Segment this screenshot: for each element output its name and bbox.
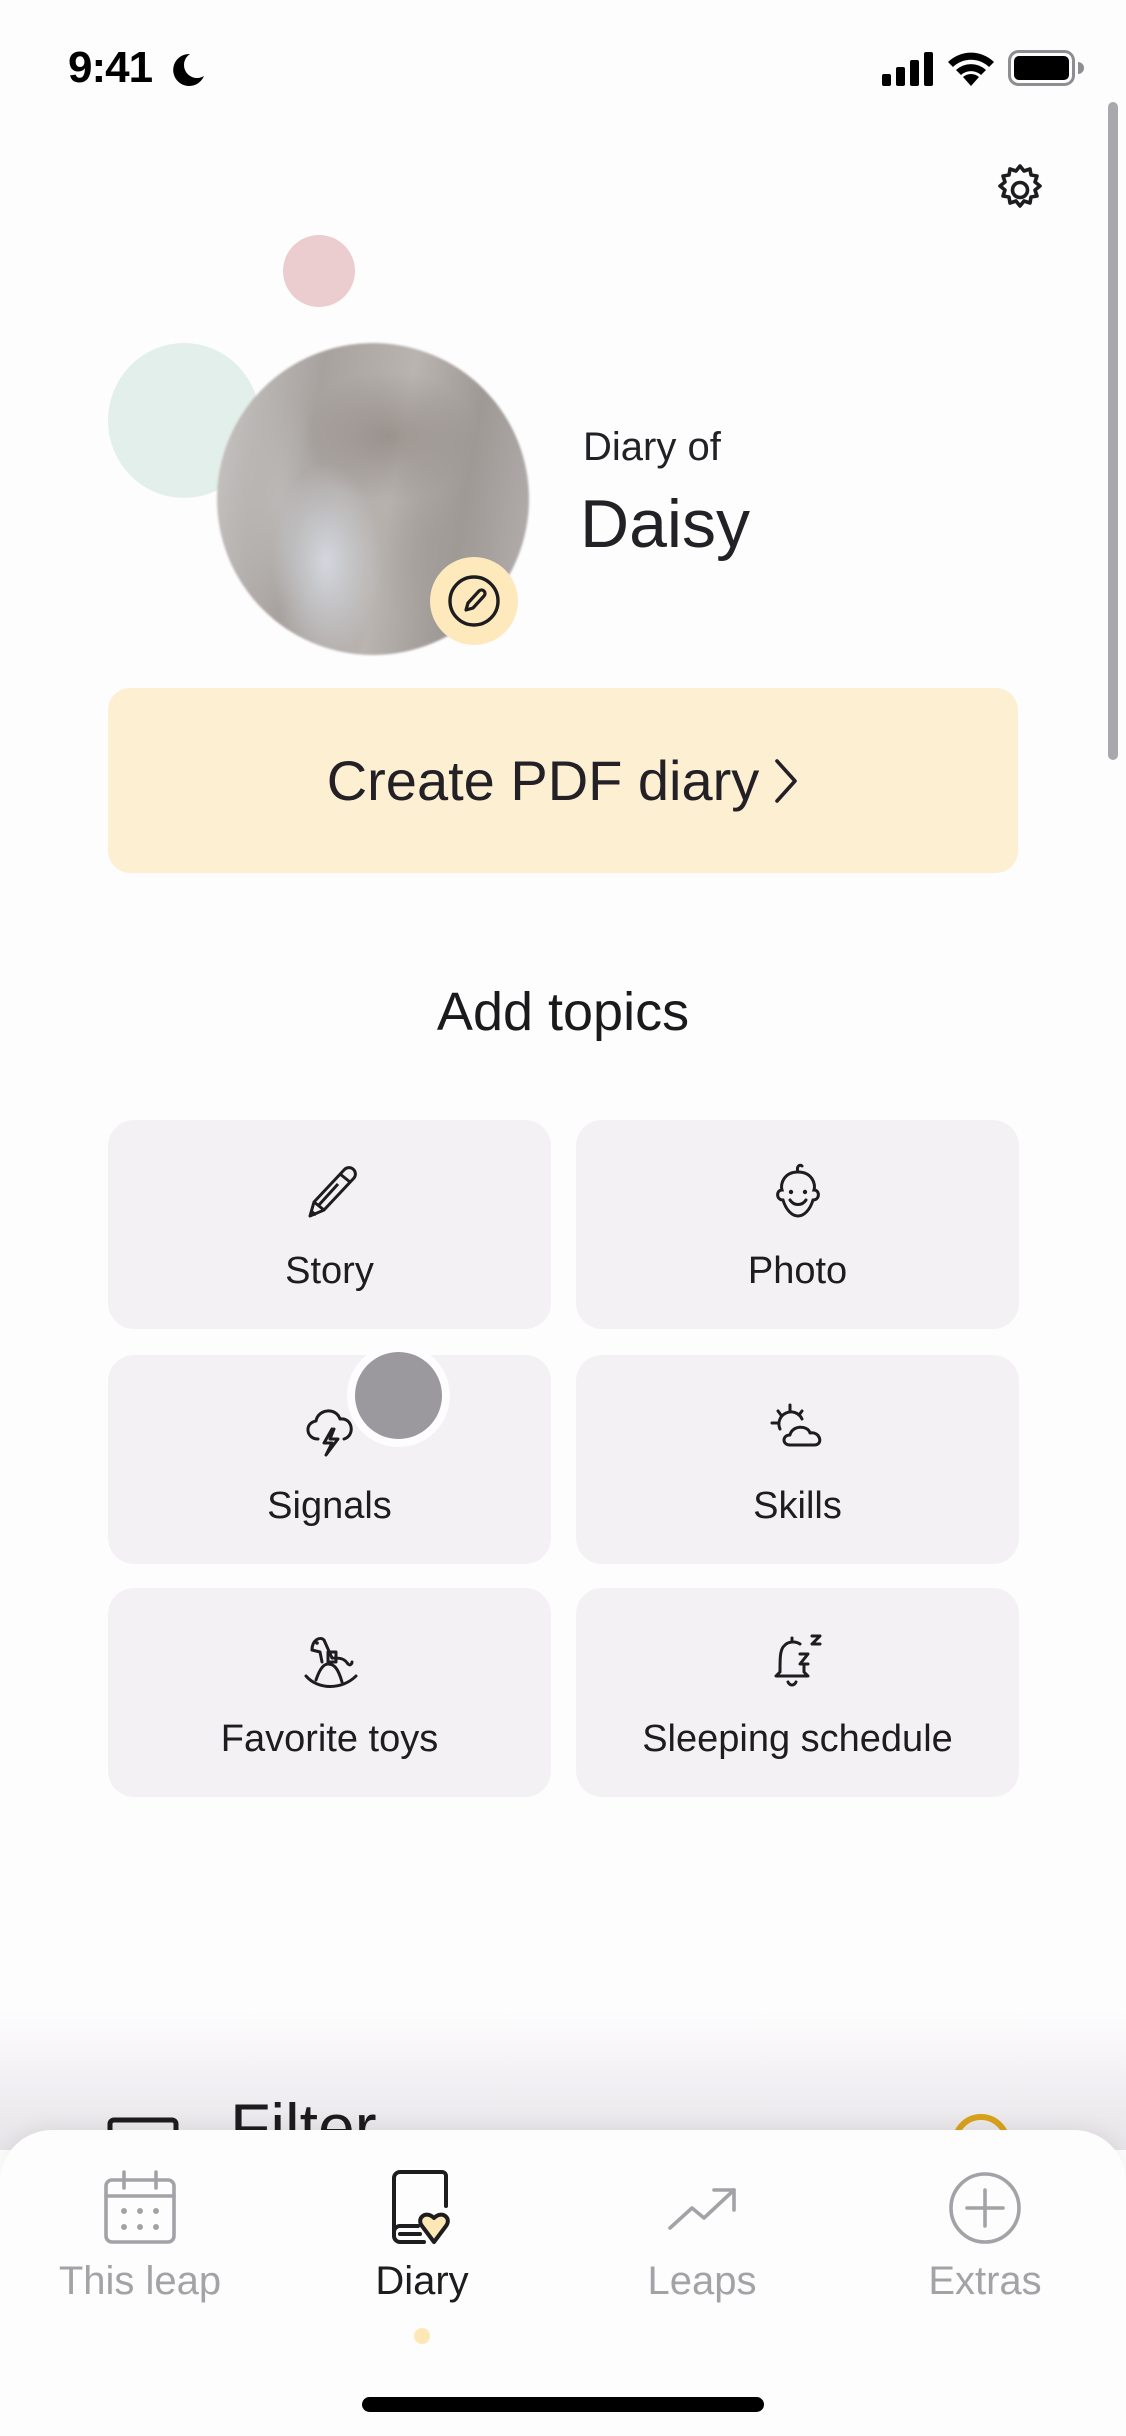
topic-label: Photo [747,1250,848,1292]
tab-label: This leap [58,2259,222,2303]
decorative-circle-pink [283,235,355,307]
tab-label: Extras [928,2259,1042,2303]
rocking-horse-icon [304,1636,357,1688]
topic-tile-photo[interactable]: Photo [576,1120,1019,1329]
plus-circle-icon [949,2172,1021,2244]
create-pdf-diary-label: Create PDF diary [326,749,760,812]
baby-face-icon [775,1163,820,1218]
sun-cloud-icon [770,1403,821,1447]
topic-label: Sleeping schedule [642,1718,953,1760]
topic-label: Favorite toys [220,1718,439,1760]
topic-tile-story[interactable]: Story [108,1120,551,1329]
chevron-right-icon [775,758,798,803]
edit-photo-button[interactable] [430,557,518,645]
topic-tile-signals[interactable]: Signals [108,1355,551,1564]
tab-extras[interactable]: Extras [865,2160,1105,2310]
wifi-icon [948,52,994,86]
topic-label: Skills [753,1485,842,1527]
touch-indicator [347,1344,450,1447]
topic-tile-skills[interactable]: Skills [576,1355,1019,1564]
pencil-icon [308,1166,357,1218]
scrollbar[interactable] [1108,102,1118,760]
diary-heart-icon [392,2170,450,2244]
pencil-circle-icon [448,575,500,627]
status-time: 9:41 [68,43,153,92]
topic-tile-favorite-toys[interactable]: Favorite toys [108,1588,551,1797]
tab-leaps[interactable]: Leaps [582,2160,822,2310]
trend-up-icon [668,2188,736,2230]
tab-label: Leaps [647,2259,757,2303]
calendar-icon [104,2170,176,2244]
active-tab-indicator [414,2328,430,2344]
profile-subtitle: Diary of [583,425,721,469]
topic-label: Signals [267,1485,392,1527]
topic-tile-sleeping-schedule[interactable]: Sleeping schedule [576,1588,1019,1797]
topic-label: Story [285,1250,374,1292]
cellular-signal-icon [882,52,933,86]
home-indicator[interactable] [362,2397,764,2412]
sleep-bell-icon [774,1634,821,1687]
tab-bar: This leap Diary Leaps Extras [0,2130,1126,2436]
tab-this-leap[interactable]: This leap [20,2160,260,2310]
child-name: Daisy [580,486,751,562]
tab-label: Diary [375,2259,469,2303]
moon-icon [173,53,204,86]
create-pdf-diary-button[interactable]: Create PDF diary [108,688,1018,873]
tab-diary[interactable]: Diary [302,2160,542,2310]
gear-icon[interactable] [990,160,1050,220]
add-topics-title: Add topics [436,982,690,1042]
battery-icon [1008,50,1084,86]
